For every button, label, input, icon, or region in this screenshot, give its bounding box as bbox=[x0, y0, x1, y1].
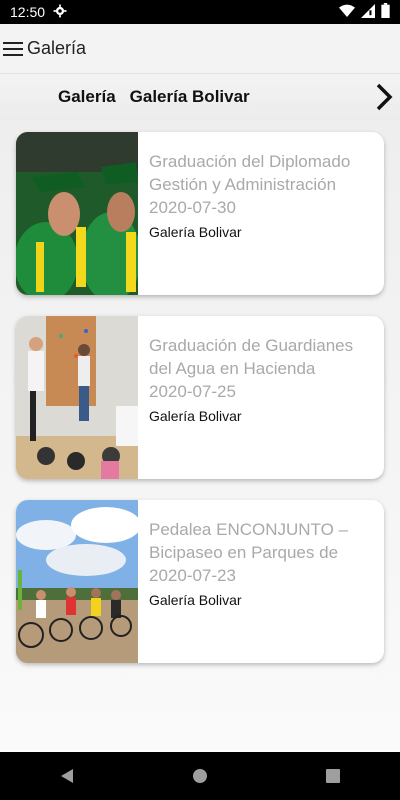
gallery-list: Graduación del Diplomado Gestión y Admin… bbox=[0, 120, 400, 750]
card-date: 2020-07-23 bbox=[149, 566, 236, 585]
wifi-icon bbox=[339, 4, 355, 21]
card-image bbox=[16, 316, 138, 479]
card-title[interactable]: Graduación del Diplomado Gestión y Admin… bbox=[149, 150, 374, 196]
card-image bbox=[16, 132, 138, 295]
signal-icon bbox=[361, 3, 375, 21]
system-nav-bar bbox=[0, 752, 400, 800]
card-title[interactable]: Graduación de Guardianes del Agua en Hac… bbox=[149, 334, 374, 380]
app-bar: Galería bbox=[0, 24, 400, 74]
page-title: Galería bbox=[27, 38, 87, 58]
gallery-card[interactable]: Graduación de Guardianes del Agua en Hac… bbox=[16, 316, 384, 479]
card-image bbox=[16, 500, 138, 663]
status-bar: 12:50 bbox=[0, 0, 400, 24]
breadcrumb-galeria[interactable]: Galería bbox=[58, 87, 116, 107]
chevron-right-icon[interactable] bbox=[374, 83, 394, 111]
card-title[interactable]: Pedalea ENCONJUNTO – Bicipaseo en Parque… bbox=[149, 518, 374, 564]
card-date: 2020-07-25 bbox=[149, 382, 236, 401]
battery-icon bbox=[381, 3, 390, 21]
breadcrumb-galeria-bolivar[interactable]: Galería Bolivar bbox=[130, 87, 250, 107]
gallery-card[interactable]: Graduación del Diplomado Gestión y Admin… bbox=[16, 132, 384, 295]
gallery-card[interactable]: Pedalea ENCONJUNTO – Bicipaseo en Parque… bbox=[16, 500, 384, 663]
breadcrumb: Galería Galería Bolivar bbox=[0, 74, 400, 120]
settings-icon bbox=[53, 4, 67, 21]
recents-icon[interactable] bbox=[313, 756, 353, 796]
menu-icon[interactable] bbox=[3, 39, 23, 59]
card-category: Galería Bolivar bbox=[149, 408, 242, 424]
card-date: 2020-07-30 bbox=[149, 198, 236, 217]
back-icon[interactable] bbox=[47, 756, 87, 796]
clock: 12:50 bbox=[10, 4, 46, 20]
home-icon[interactable] bbox=[180, 756, 220, 796]
card-category: Galería Bolivar bbox=[149, 592, 242, 608]
card-category: Galería Bolivar bbox=[149, 224, 242, 240]
